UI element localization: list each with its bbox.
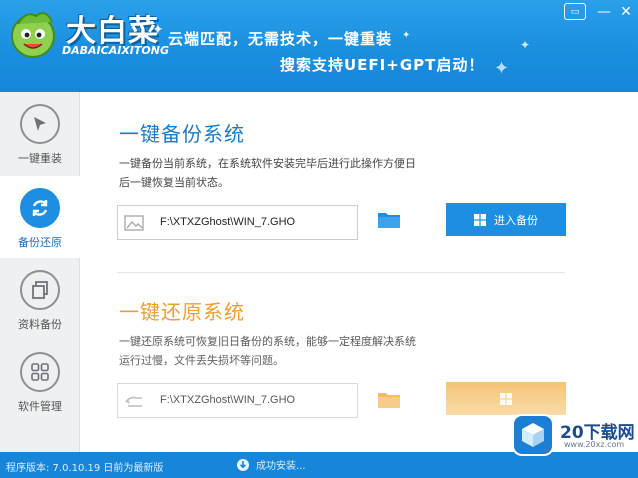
image-file-icon: [124, 215, 144, 231]
sidebar-item-label: 软件管理: [18, 400, 62, 413]
sidebar-item-software[interactable]: 软件管理: [0, 340, 80, 422]
apps-grid-icon: [31, 363, 49, 381]
enter-backup-button[interactable]: 进入备份: [446, 203, 566, 236]
sidebar-item-data-backup[interactable]: 资料备份: [0, 258, 80, 340]
status-message: 成功安装...: [256, 461, 306, 472]
close-button[interactable]: ✕: [614, 2, 638, 22]
restore-title: 一键还原系统: [119, 300, 245, 324]
close-icon: ✕: [620, 4, 632, 20]
refresh-icon: [32, 200, 48, 216]
restore-path-text: F:\XTXZGhost\WIN_7.GHO: [160, 394, 296, 406]
feedback-button[interactable]: ▭: [564, 3, 586, 20]
windows-icon: [474, 213, 486, 226]
sidebar-item-label: 备份还原: [18, 236, 62, 249]
folder-icon[interactable]: [377, 210, 401, 230]
sidebar-item-label: 一键重装: [18, 152, 62, 165]
copy-icon: [32, 281, 48, 299]
sidebar: 一键重装 备份还原 资料备份 软件管理: [0, 92, 80, 452]
backup-description: 一键备份当前系统，在系统软件安装完毕后进行此操作方便日后一键恢复当前状态。: [119, 157, 416, 189]
chat-icon: ▭: [570, 6, 580, 17]
slogan-line-1: 云端匹配，无需技术，一键重装: [168, 30, 393, 48]
backup-title: 一键备份系统: [119, 122, 245, 146]
logo-subtitle: DABAICAIXITONG: [62, 44, 169, 57]
app-header: 大白菜 DABAICAIXITONG 云端匹配，无需技术，一键重装 搜索支持UE…: [0, 0, 638, 92]
watermark-url: www.20xz.com: [564, 440, 625, 449]
download-icon: [237, 458, 249, 471]
cube-logo-icon: [514, 416, 552, 454]
main-panel: 一键备份系统 一键备份当前系统，在系统软件安装完毕后进行此操作方便日后一键恢复当…: [81, 92, 638, 452]
sparkle-icon: ✦: [520, 38, 531, 52]
minimize-button[interactable]: —: [592, 2, 616, 22]
windows-icon: [500, 392, 512, 405]
section-divider: [117, 272, 565, 273]
slogan-line-2: 搜索支持UEFI+GPT启动！: [280, 56, 485, 74]
minimize-icon: —: [597, 4, 611, 20]
version-text: 程序版本: 7.0.10.19 日前为最新版: [6, 463, 164, 474]
sparkle-icon: ✦: [402, 30, 411, 41]
backup-path-field[interactable]: F:\XTXZGhost\WIN_7.GHO: [117, 205, 358, 240]
sidebar-item-label: 资料备份: [18, 318, 62, 331]
cabbage-mascot-icon: [11, 12, 55, 58]
restore-description: 一键还原系统可恢复旧日备份的系统，能够一定程度解决系统运行过慢，文件丢失损坏等问…: [119, 335, 416, 367]
restore-path-field[interactable]: F:\XTXZGhost\WIN_7.GHO: [117, 383, 358, 418]
sidebar-item-backup-restore[interactable]: 备份还原: [0, 176, 80, 258]
sparkle-icon: ✦: [152, 22, 164, 38]
backup-path-text: F:\XTXZGhost\WIN_7.GHO: [160, 216, 296, 228]
restore-file-icon: [125, 396, 142, 407]
cursor-icon: [34, 117, 46, 131]
sidebar-item-reinstall[interactable]: 一键重装: [0, 92, 80, 174]
site-watermark: 20下载网 www.20xz.com: [504, 410, 638, 462]
folder-icon[interactable]: [377, 390, 401, 410]
sparkle-icon: ✦: [494, 58, 510, 79]
button-label: 进入备份: [494, 213, 538, 227]
